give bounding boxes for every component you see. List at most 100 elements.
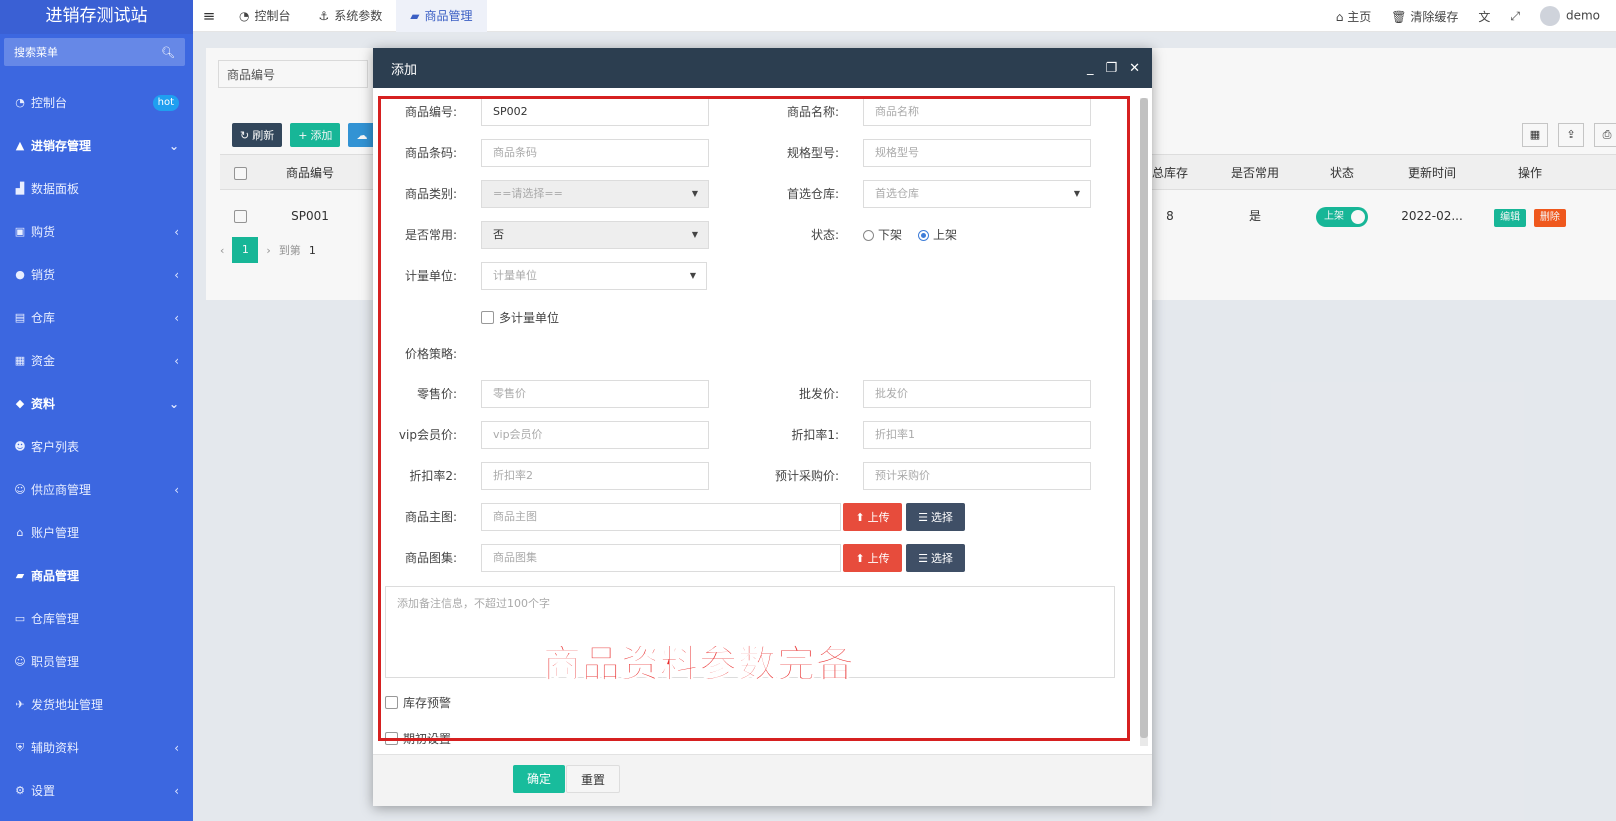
purchase-label: 预计采购价: [774, 469, 839, 483]
menu-toggle-icon[interactable]: ≡ [193, 7, 225, 25]
list-icon: ☰ [918, 510, 928, 524]
initial-setup-checkbox[interactable]: 期初设置 [385, 728, 451, 748]
dialog-header: 添加 _ ❐ ✕ [373, 48, 1152, 88]
reset-button[interactable]: 重置 [566, 765, 621, 793]
common-value: 否 [493, 228, 504, 241]
top-navbar: ≡ ◔ 控制台 ⚓ 系统参数 ▰ 商品管理 ⌂ 主页 🗑︎ 清除缓存 文 ⤢ demo [193, 0, 1616, 32]
tab-label: 控制台 [254, 8, 291, 23]
close-icon[interactable]: ✕ [1129, 61, 1140, 76]
status-on-radio[interactable] [918, 229, 930, 241]
initial-setup-label: 期初设置 [403, 731, 452, 746]
purchase-input[interactable]: 预计采购价 [863, 462, 1091, 490]
avatar [1539, 6, 1560, 26]
category-label: 商品类别: [404, 187, 457, 201]
upload-main-button[interactable]: ⬆ 上传 [843, 503, 902, 531]
trash-icon: 🗑︎ [1391, 9, 1407, 24]
sidebar-item-products[interactable]: ▰ 商品管理 [0, 554, 193, 597]
user-name: demo [1565, 8, 1600, 23]
stock-alert-checkbox[interactable]: 库存预警 [385, 692, 451, 712]
select-gallery-button[interactable]: ☰ 选择 [906, 544, 965, 572]
wholesale-label: 批发价: [798, 387, 839, 401]
warehouse-select[interactable]: 首选仓库 ▼ [863, 180, 1091, 208]
search-icon[interactable]: 🔍︎ [161, 46, 175, 59]
chevron-left-icon: ‹ [174, 783, 179, 798]
vip-input[interactable]: vip会员价 [481, 421, 709, 449]
sidebar-item-inventory-mgmt[interactable]: ▲ 进销存管理 ⌄ [0, 124, 193, 167]
fullscreen-icon[interactable]: ⤢ [1510, 9, 1520, 24]
language-icon[interactable]: 文 [1478, 8, 1490, 25]
sidebar-item-staff[interactable]: ☺ 职员管理 [0, 640, 193, 683]
select-label: 选择 [930, 511, 953, 524]
upload-gallery-button[interactable]: ⬆ 上传 [843, 544, 902, 572]
maximize-icon[interactable]: ❐ [1105, 61, 1117, 76]
sidebar-item-shipping-address[interactable]: ✈ 发货地址管理 [0, 683, 193, 726]
status-off-radio[interactable] [863, 229, 874, 241]
home-link[interactable]: ⌂ 主页 [1336, 8, 1371, 25]
common-select[interactable]: 否 ▼ [481, 221, 709, 249]
sidebar-item-data-panel[interactable]: ▟ 数据面板 [0, 167, 193, 210]
upload-label: 上传 [867, 511, 890, 524]
dashboard-icon: ◔ [239, 8, 250, 23]
tab-system-params[interactable]: ⚓ 系统参数 [305, 0, 397, 32]
gallery-label: 商品图集: [404, 551, 457, 565]
sidebar-item-auxiliary[interactable]: ⛨ 辅助资料 ‹ [0, 726, 193, 769]
vip-label: vip会员价: [398, 428, 457, 442]
chevron-left-icon: ‹ [174, 310, 179, 325]
retail-input[interactable]: 零售价 [481, 380, 709, 408]
wholesale-input[interactable]: 批发价 [863, 380, 1091, 408]
category-select[interactable]: ==请选择== ▼ [481, 180, 709, 208]
dialog-scrollbar[interactable] [1140, 98, 1148, 746]
sidebar-item-label: 数据面板 [31, 182, 80, 196]
sidebar-item-accounts[interactable]: ⌂ 账户管理 [0, 511, 193, 554]
barcode-input[interactable]: 商品条码 [481, 139, 709, 167]
discount1-label: 折扣率1: [791, 428, 839, 442]
sidebar-item-warehouse-mgmt[interactable]: ▭ 仓库管理 [0, 597, 193, 640]
unit-select[interactable]: 计量单位 ▼ [481, 262, 707, 290]
home-label: 主页 [1347, 9, 1372, 24]
sidebar-item-label: 资料 [31, 397, 56, 411]
sidebar-item-sales[interactable]: ● 销货 ‹ [0, 253, 193, 296]
sidebar-item-funds[interactable]: ▦ 资金 ‹ [0, 339, 193, 382]
tab-label: 系统参数 [334, 8, 383, 23]
scroll-thumb[interactable] [1140, 98, 1148, 738]
twitter-icon: ✈ [15, 698, 25, 711]
discount2-input[interactable]: 折扣率2 [481, 462, 709, 490]
sidebar-item-dashboard[interactable]: ◔ 控制台 hot [0, 81, 193, 124]
sidebar-item-suppliers[interactable]: ☺ 供应商管理 ‹ [0, 468, 193, 511]
tab-label: 商品管理 [424, 8, 473, 23]
sidebar-item-customers[interactable]: ☻ 客户列表 [0, 425, 193, 468]
discount1-input[interactable]: 折扣率1 [863, 421, 1091, 449]
stock-alert-label: 库存预警 [403, 695, 452, 710]
warehouse-label: 首选仓库: [786, 187, 839, 201]
confirm-button[interactable]: 确定 [513, 765, 566, 793]
user-menu[interactable]: demo [1539, 6, 1600, 26]
sidebar-item-label: 账户管理 [31, 526, 80, 540]
main-image-label: 商品主图: [404, 510, 457, 524]
minimize-icon[interactable]: _ [1087, 61, 1094, 76]
code-label: 商品编号: [404, 105, 457, 119]
sidebar-item-label: 商品管理 [31, 569, 80, 583]
sidebar-item-label: 设置 [31, 784, 56, 798]
sidebar-item-warehouse[interactable]: ▤ 仓库 ‹ [0, 296, 193, 339]
sidebar-item-purchase[interactable]: ▣ 购货 ‹ [0, 210, 193, 253]
code-input[interactable]: SP002 [481, 98, 709, 126]
name-input[interactable]: 商品名称 [863, 98, 1091, 126]
main-image-input[interactable]: 商品主图 [481, 503, 841, 531]
sidebar-item-settings[interactable]: ⚙ 设置 ‹ [0, 769, 193, 812]
sidebar-item-label: 发货地址管理 [31, 698, 104, 712]
spec-input[interactable]: 规格型号 [863, 139, 1091, 167]
chevron-left-icon: ‹ [174, 224, 179, 239]
multi-unit-label: 多计量单位 [499, 310, 560, 325]
multi-unit-checkbox[interactable]: 多计量单位 [481, 303, 559, 331]
tab-products[interactable]: ▰ 商品管理 [396, 0, 487, 32]
gallery-input[interactable]: 商品图集 [481, 544, 841, 572]
sidebar-item-resources[interactable]: ◆ 资料 ⌄ [0, 382, 193, 425]
menu-search-input[interactable]: 搜索菜单 🔍︎ [4, 38, 185, 66]
clear-cache-link[interactable]: 🗑︎ 清除缓存 [1391, 8, 1458, 25]
anchor-icon: ⚓ [318, 8, 330, 23]
select-main-button[interactable]: ☰ 选择 [906, 503, 965, 531]
tab-dashboard[interactable]: ◔ 控制台 [225, 0, 305, 32]
retail-label: 零售价: [416, 387, 457, 401]
user-plus-icon: ☻ [14, 440, 26, 453]
barcode-label: 商品条码: [404, 146, 457, 160]
